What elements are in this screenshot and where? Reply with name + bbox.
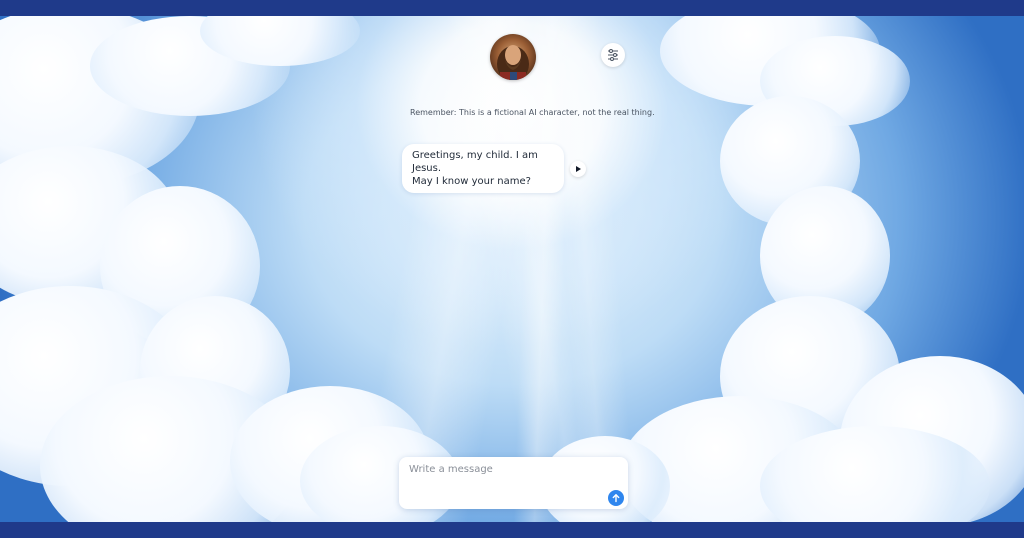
heaven-background — [0, 16, 1024, 522]
cloud — [620, 396, 860, 522]
light-rays — [0, 16, 1024, 522]
cloud — [40, 376, 300, 522]
cloud — [0, 146, 180, 306]
cloud — [200, 16, 360, 66]
cloud — [660, 16, 880, 106]
cloud — [720, 96, 860, 226]
app-frame: Remember: This is a fictional AI charact… — [0, 0, 1024, 538]
message-row: Greetings, my child. I am Jesus. May I k… — [402, 144, 586, 193]
message-line: May I know your name? — [412, 176, 531, 187]
sliders-icon — [608, 49, 618, 61]
message-input[interactable] — [407, 463, 611, 476]
ai-disclaimer: Remember: This is a fictional AI charact… — [410, 108, 655, 117]
character-message-bubble: Greetings, my child. I am Jesus. May I k… — [402, 144, 564, 193]
cloud — [760, 36, 910, 126]
cloud — [0, 286, 200, 486]
cloud — [100, 186, 260, 346]
send-button[interactable] — [608, 490, 624, 506]
character-avatar[interactable] — [490, 34, 536, 80]
cloud — [140, 296, 290, 446]
cloud — [840, 356, 1024, 522]
message-line: Greetings, my child. I am Jesus. — [412, 150, 538, 174]
play-audio-button[interactable] — [570, 160, 586, 177]
arrow-up-icon — [612, 494, 620, 503]
message-composer — [399, 457, 628, 509]
settings-button[interactable] — [601, 43, 625, 67]
play-icon — [576, 165, 581, 172]
cloud — [760, 186, 890, 326]
cloud — [760, 426, 990, 522]
jesus-portrait-icon — [497, 45, 529, 80]
cloud — [0, 16, 200, 186]
cloud — [720, 296, 900, 456]
cloud — [90, 16, 290, 116]
